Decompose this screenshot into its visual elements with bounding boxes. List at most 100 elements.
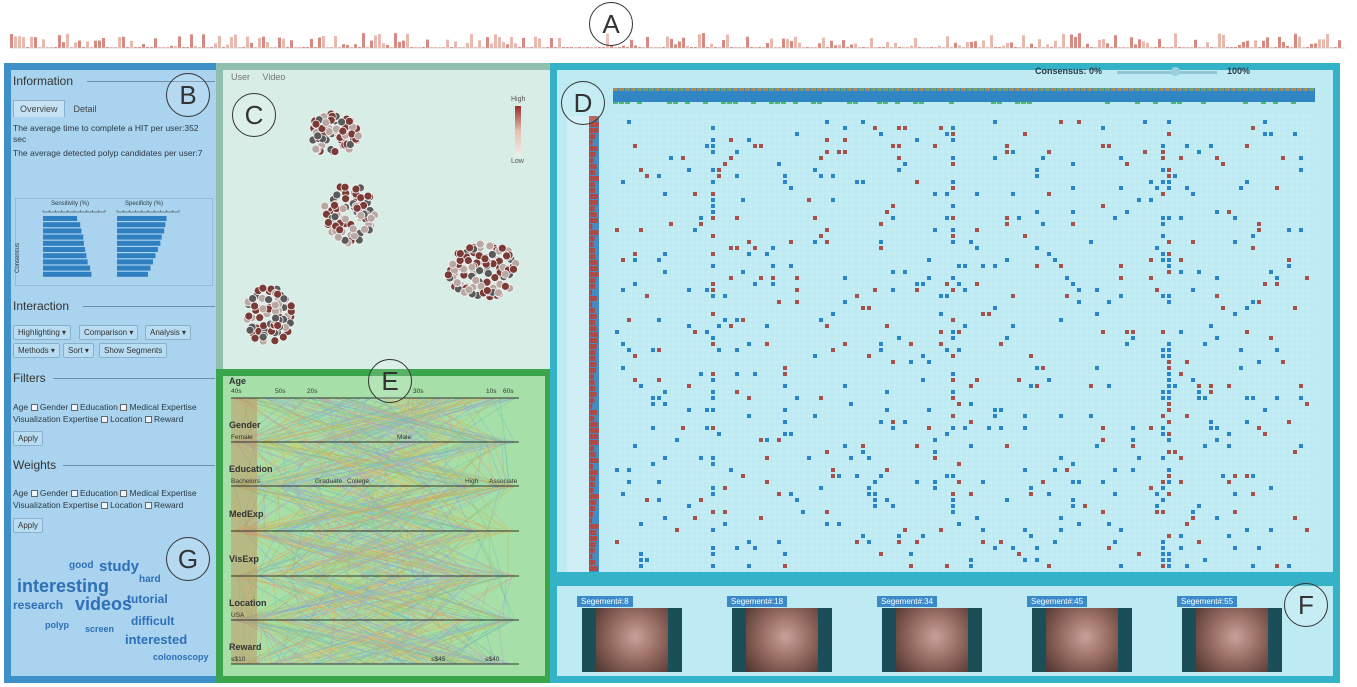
response-cell (1089, 414, 1093, 418)
consensus-bar (43, 240, 84, 246)
weights-apply-button[interactable]: Apply (13, 518, 44, 533)
response-cell (699, 222, 703, 226)
comparison-button[interactable]: Comparison ▾ (79, 325, 139, 340)
user-dot (465, 243, 475, 253)
response-cell (783, 180, 787, 184)
weight-education-checkbox[interactable] (120, 490, 128, 497)
word-interested[interactable]: interested (125, 632, 187, 647)
tab-video[interactable]: Video (263, 72, 286, 82)
highlighting-button[interactable]: Highlighting ▾ (13, 325, 72, 340)
response-cell (1053, 540, 1057, 544)
user-dot (448, 259, 458, 269)
segment-thumbnail-45[interactable] (1032, 608, 1132, 672)
word-tutorial[interactable]: tutorial (127, 592, 168, 606)
response-cell (1017, 378, 1021, 382)
timeline-bar (974, 41, 977, 48)
response-cell (1245, 180, 1249, 184)
sort-button[interactable]: Sort ▾ (63, 343, 94, 358)
user-dot (500, 269, 510, 279)
response-cell (1281, 156, 1285, 160)
header-cell (1123, 88, 1128, 91)
row-bar (589, 434, 599, 439)
header-marker (811, 102, 816, 104)
response-cell (975, 228, 979, 232)
word-study[interactable]: study (99, 558, 139, 575)
response-cell (783, 366, 787, 370)
tab-detail[interactable]: Detail (67, 100, 104, 117)
show-segments-button[interactable]: Show Segments (99, 343, 168, 358)
analysis-button[interactable]: Analysis ▾ (145, 325, 192, 340)
header-cell (973, 88, 978, 91)
filter-reward-label: Reward (154, 414, 184, 424)
filter-education-checkbox[interactable] (120, 404, 128, 411)
weight-location-checkbox[interactable] (144, 502, 152, 509)
weight-age-checkbox[interactable] (30, 490, 38, 497)
timeline-bar (142, 44, 145, 48)
response-cell (1005, 216, 1009, 220)
user-dot (320, 201, 330, 211)
word-screen[interactable]: screen (85, 624, 114, 634)
header-cell (649, 88, 654, 91)
response-cell (723, 486, 727, 490)
consensus-slider-handle[interactable] (1171, 67, 1180, 76)
response-cell (1191, 240, 1195, 244)
weights-title: Weights (13, 458, 57, 472)
timeline-bar (938, 45, 941, 48)
row-bar (589, 194, 599, 199)
header-cell (1183, 88, 1188, 91)
timeline-histogram[interactable] (10, 30, 1345, 50)
response-cell (1179, 456, 1183, 460)
response-cell (1251, 474, 1255, 478)
timeline-bar (958, 45, 961, 48)
weight-visexp-checkbox[interactable] (100, 502, 108, 509)
cluster-scatter[interactable] (223, 84, 552, 374)
word-hard[interactable]: hard (139, 574, 161, 585)
response-cell (957, 462, 961, 466)
header-cell (835, 88, 840, 91)
timeline-bar (214, 43, 217, 48)
word-difficult[interactable]: difficult (131, 614, 174, 628)
filters-apply-button[interactable]: Apply (13, 431, 44, 446)
word-research[interactable]: research (13, 598, 63, 612)
parallel-coordinates-plot[interactable] (223, 376, 545, 676)
tick-usa: USA (231, 612, 245, 619)
word-videos[interactable]: videos (75, 594, 132, 615)
response-cell (639, 522, 643, 526)
response-cell (1065, 468, 1069, 472)
methods-button[interactable]: Methods ▾ (13, 343, 60, 358)
timeline-bar (1222, 34, 1225, 48)
word-colonoscopy[interactable]: colonoscopy (153, 652, 209, 662)
response-cell (1107, 384, 1111, 388)
response-cell (1065, 276, 1069, 280)
tab-overview[interactable]: Overview (13, 100, 65, 117)
timeline-bar (1262, 40, 1265, 48)
row-bar (589, 128, 599, 133)
word-polyp[interactable]: polyp (45, 620, 69, 630)
response-cell (1155, 186, 1159, 190)
response-cell (1161, 426, 1165, 430)
response-cell (951, 372, 955, 376)
response-cell (1167, 120, 1171, 124)
timeline-bar (1130, 37, 1133, 48)
header-cell (1243, 88, 1248, 91)
consensus-slider[interactable] (1117, 71, 1217, 74)
filter-gender-checkbox[interactable] (70, 404, 78, 411)
segment-thumbnail-34[interactable] (882, 608, 982, 672)
response-matrix[interactable] (567, 86, 1327, 576)
segment-thumbnail-18[interactable] (732, 608, 832, 672)
word-good[interactable]: good (69, 560, 93, 571)
response-cell (825, 240, 829, 244)
response-cell (729, 156, 733, 160)
filter-age-checkbox[interactable] (30, 404, 38, 411)
segment-thumbnail-55[interactable] (1182, 608, 1282, 672)
weight-gender-checkbox[interactable] (70, 490, 78, 497)
row-bar (589, 248, 595, 253)
consensus-bar (117, 265, 151, 271)
filter-visexp-checkbox[interactable] (100, 416, 108, 423)
response-cell (1137, 552, 1141, 556)
tab-user[interactable]: User (231, 72, 250, 82)
segment-thumbnail-8[interactable] (582, 608, 682, 672)
response-cell (873, 492, 877, 496)
response-cell (723, 162, 727, 166)
filter-location-checkbox[interactable] (144, 416, 152, 423)
